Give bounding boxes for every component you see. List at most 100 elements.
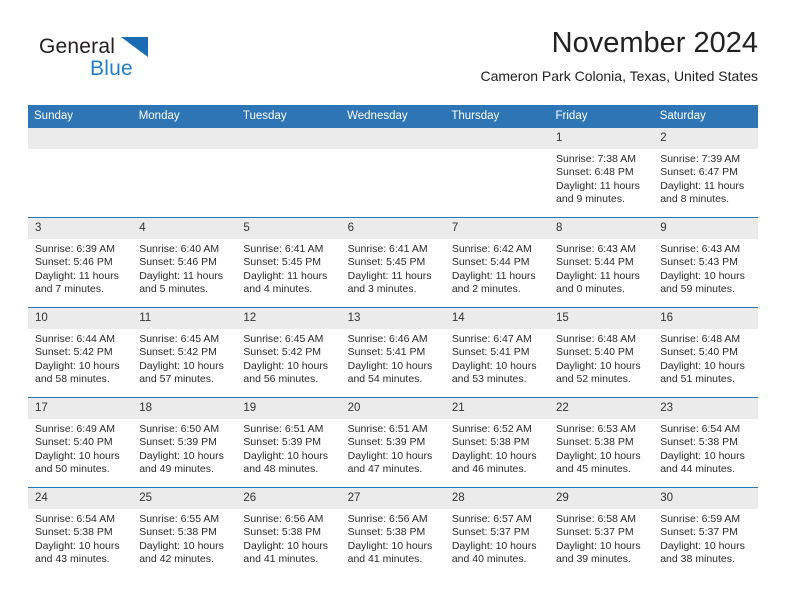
sun-info: Sunrise: 6:45 AM Sunset: 5:42 PM Daylight:…	[132, 329, 236, 387]
calendar-day-cell[interactable]: 23 Sunrise: 6:54 AM Sunset: 5:38 PM Dayligh…	[653, 397, 758, 488]
daylight-text-line1: Daylight: 10 hours	[556, 359, 641, 372]
calendar-day-cell[interactable]: 3 Sunrise: 6:39 AM Sunset: 5:46 PM Daylight…	[28, 217, 133, 308]
calendar-day-cell[interactable]: 7 Sunrise: 6:42 AM Sunset: 5:44 PM Daylight…	[444, 217, 550, 308]
calendar-day-cell[interactable]: 10 Sunrise: 6:44 AM Sunset: 5:42 PM Dayligh…	[28, 307, 133, 398]
sunrise-text: Sunrise: 6:55 AM	[139, 513, 220, 525]
daylight-text-line2: and 8 minutes.	[660, 193, 730, 206]
calendar-day-cell[interactable]: 29 Sunrise: 6:58 AM Sunset: 5:37 PM Dayligh…	[549, 487, 654, 577]
calendar-day-cell[interactable]: 24 Sunrise: 6:54 AM Sunset: 5:38 PM Dayligh…	[28, 487, 133, 577]
day-number: 27	[340, 488, 445, 509]
general-blue-logo[interactable]: General Blue	[28, 26, 288, 86]
sun-info: Sunrise: 6:59 AM Sunset: 5:37 PM Daylight:…	[653, 509, 757, 567]
day-number: 12	[236, 308, 341, 329]
calendar-day-cell[interactable]: 1 Sunrise: 7:38 AM Sunset: 6:48 PM Daylight…	[549, 128, 654, 218]
daylight-text-line2: and 43 minutes.	[35, 553, 110, 566]
weekday-header-wednesday: Wednesday	[340, 105, 446, 128]
calendar-day-cell[interactable]: 30 Sunrise: 6:59 AM Sunset: 5:37 PM Dayligh…	[653, 487, 758, 577]
sunset-text: Sunset: 5:40 PM	[35, 436, 113, 449]
sunset-text: Sunset: 5:41 PM	[347, 346, 426, 359]
sun-info: Sunrise: 6:47 AM Sunset: 5:41 PM Daylight:…	[445, 329, 549, 387]
calendar-day-cell[interactable]: 15 Sunrise: 6:48 AM Sunset: 5:40 PM Dayligh…	[549, 307, 654, 398]
calendar-day-cell[interactable]: 20 Sunrise: 6:51 AM Sunset: 5:39 PM Dayligh…	[340, 397, 445, 488]
calendar-day-cell[interactable]: 11 Sunrise: 6:45 AM Sunset: 5:42 PM Dayligh…	[132, 307, 237, 398]
sunrise-text: Sunrise: 6:41 AM	[347, 243, 428, 255]
daylight-text-line1: Daylight: 10 hours	[243, 539, 329, 552]
calendar-day-cell[interactable]: 12 Sunrise: 6:45 AM Sunset: 5:42 PM Dayligh…	[236, 307, 341, 398]
calendar-day-cell[interactable]: 6 Sunrise: 6:41 AM Sunset: 5:45 PM Daylight…	[340, 217, 445, 308]
daylight-text-line1: Daylight: 10 hours	[660, 359, 745, 372]
day-number: 21	[444, 398, 550, 419]
calendar-day-cell[interactable]: 13 Sunrise: 6:46 AM Sunset: 5:41 PM Dayligh…	[340, 307, 445, 398]
calendar-day-cell[interactable]: 26 Sunrise: 6:56 AM Sunset: 5:38 PM Dayligh…	[236, 487, 341, 577]
sunset-text: Sunset: 5:37 PM	[556, 526, 634, 539]
day-number: 28	[444, 488, 550, 509]
sunset-text: Sunset: 5:37 PM	[660, 526, 738, 539]
calendar-day-cell[interactable]: 17 Sunrise: 6:49 AM Sunset: 5:40 PM Dayligh…	[28, 397, 133, 488]
sunrise-text: Sunrise: 6:49 AM	[35, 423, 115, 435]
daylight-text-line2: and 39 minutes.	[556, 553, 631, 566]
day-number: 8	[549, 218, 654, 239]
daylight-text-line1: Daylight: 10 hours	[243, 449, 329, 462]
daylight-text-line1: Daylight: 10 hours	[451, 449, 537, 462]
daylight-text-line2: and 44 minutes.	[660, 463, 735, 476]
daylight-text-line2: and 2 minutes.	[451, 283, 521, 296]
calendar-day-cell[interactable]: 5 Sunrise: 6:41 AM Sunset: 5:45 PM Daylight…	[236, 217, 341, 308]
calendar-day-cell[interactable]: 18 Sunrise: 6:50 AM Sunset: 5:39 PM Dayligh…	[132, 397, 237, 488]
sunrise-text: Sunrise: 6:43 AM	[556, 243, 636, 255]
daylight-text-line1: Daylight: 10 hours	[556, 539, 641, 552]
calendar-day-cell-empty	[444, 128, 550, 218]
sunset-text: Sunset: 5:41 PM	[451, 346, 530, 359]
sun-info: Sunrise: 7:39 AM Sunset: 6:47 PM Daylight:…	[653, 149, 757, 207]
calendar-day-cell-empty	[340, 128, 445, 218]
sunrise-text: Sunrise: 6:56 AM	[347, 513, 428, 525]
daylight-text-line1: Daylight: 10 hours	[35, 449, 120, 462]
day-number: 4	[132, 218, 237, 239]
calendar-day-cell[interactable]: 4 Sunrise: 6:40 AM Sunset: 5:46 PM Daylight…	[132, 217, 237, 308]
sunrise-text: Sunrise: 6:48 AM	[556, 333, 636, 345]
calendar-day-cell-empty	[132, 128, 237, 218]
sunset-text: Sunset: 5:42 PM	[243, 346, 322, 359]
sunrise-text: Sunrise: 6:57 AM	[451, 513, 532, 525]
calendar-day-cell[interactable]: 2 Sunrise: 7:39 AM Sunset: 6:47 PM Daylight…	[653, 128, 758, 218]
daylight-text-line2: and 9 minutes.	[556, 193, 625, 206]
daylight-text-line2: and 49 minutes.	[139, 463, 214, 476]
calendar-day-cell[interactable]: 9 Sunrise: 6:43 AM Sunset: 5:43 PM Daylight…	[653, 217, 758, 308]
daylight-text-line2: and 0 minutes.	[556, 283, 625, 296]
weekday-header-saturday: Saturday	[653, 105, 759, 128]
sunset-text: Sunset: 5:42 PM	[139, 346, 217, 359]
day-number: 18	[132, 398, 237, 419]
daylight-text-line2: and 40 minutes.	[451, 553, 527, 566]
day-number	[28, 128, 133, 149]
calendar-week-row: 3 Sunrise: 6:39 AM Sunset: 5:46 PM Daylight…	[28, 217, 758, 308]
calendar-day-cell[interactable]: 8 Sunrise: 6:43 AM Sunset: 5:44 PM Daylight…	[549, 217, 654, 308]
sun-info: Sunrise: 7:38 AM Sunset: 6:48 PM Daylight:…	[549, 149, 653, 207]
daylight-text-line2: and 51 minutes.	[660, 373, 735, 386]
calendar-day-cell[interactable]: 27 Sunrise: 6:56 AM Sunset: 5:38 PM Dayligh…	[340, 487, 445, 577]
sun-info: Sunrise: 6:52 AM Sunset: 5:38 PM Daylight:…	[445, 419, 549, 477]
day-number: 17	[28, 398, 133, 419]
calendar-day-cell[interactable]: 28 Sunrise: 6:57 AM Sunset: 5:37 PM Dayligh…	[444, 487, 550, 577]
calendar-day-cell[interactable]: 19 Sunrise: 6:51 AM Sunset: 5:39 PM Dayligh…	[236, 397, 341, 488]
sunset-text: Sunset: 5:46 PM	[139, 256, 217, 269]
daylight-text-line1: Daylight: 10 hours	[243, 359, 329, 372]
daylight-text-line2: and 41 minutes.	[347, 553, 423, 566]
calendar-day-cell[interactable]: 14 Sunrise: 6:47 AM Sunset: 5:41 PM Dayligh…	[444, 307, 550, 398]
sunset-text: Sunset: 5:46 PM	[35, 256, 113, 269]
day-number	[340, 128, 445, 149]
sun-info: Sunrise: 6:49 AM Sunset: 5:40 PM Daylight:…	[28, 419, 132, 477]
sun-info: Sunrise: 6:45 AM Sunset: 5:42 PM Daylight:…	[236, 329, 340, 387]
calendar-day-cell[interactable]: 25 Sunrise: 6:55 AM Sunset: 5:38 PM Dayligh…	[132, 487, 237, 577]
sunrise-text: Sunrise: 6:51 AM	[243, 423, 324, 435]
calendar-day-cell[interactable]: 21 Sunrise: 6:52 AM Sunset: 5:38 PM Dayligh…	[444, 397, 550, 488]
calendar-day-cell[interactable]: 16 Sunrise: 6:48 AM Sunset: 5:40 PM Dayligh…	[653, 307, 758, 398]
calendar-day-cell[interactable]: 22 Sunrise: 6:53 AM Sunset: 5:38 PM Dayligh…	[549, 397, 654, 488]
day-number: 5	[236, 218, 341, 239]
daylight-text-line1: Daylight: 11 hours	[35, 269, 119, 282]
sun-info: Sunrise: 6:50 AM Sunset: 5:39 PM Daylight:…	[132, 419, 236, 477]
calendar-week-row: 17 Sunrise: 6:49 AM Sunset: 5:40 PM Dayligh…	[28, 397, 758, 488]
sun-info: Sunrise: 6:43 AM Sunset: 5:43 PM Daylight:…	[653, 239, 757, 297]
page-header: General Blue November 2024 Cameron Park …	[28, 26, 758, 98]
sunset-text: Sunset: 5:38 PM	[660, 436, 738, 449]
sunset-text: Sunset: 5:40 PM	[556, 346, 634, 359]
sunset-text: Sunset: 5:38 PM	[243, 526, 322, 539]
